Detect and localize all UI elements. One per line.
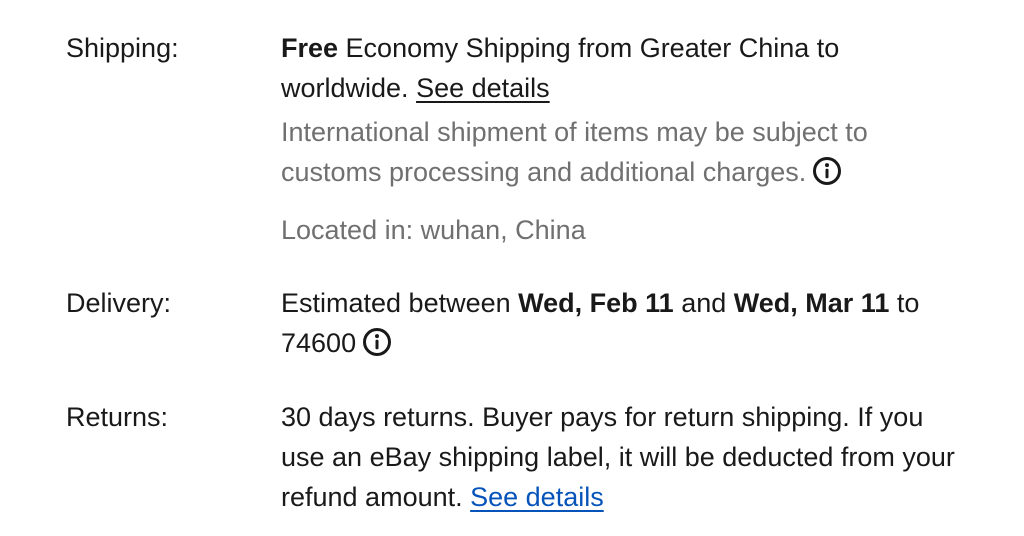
returns-policy-text: 30 days returns. Buyer pays for return s…	[281, 402, 955, 512]
delivery-and: and	[673, 288, 734, 318]
returns-value: 30 days returns. Buyer pays for return s…	[281, 397, 971, 517]
delivery-prefix: Estimated between	[281, 288, 519, 318]
returns-see-details-link[interactable]: See details	[470, 482, 604, 512]
shipping-free: Free	[281, 33, 339, 63]
delivery-date-start: Wed, Feb 11	[518, 288, 674, 318]
delivery-value: Estimated between Wed, Feb 11 and Wed, M…	[281, 283, 971, 363]
shipping-value: Free Economy Shipping from Greater China…	[281, 28, 971, 250]
shipping-method: Free Economy Shipping from Greater China…	[281, 28, 971, 108]
intl-shipment-note: International shipment of items may be s…	[281, 112, 971, 192]
info-circle-icon[interactable]	[362, 327, 392, 357]
shipping-method-text: Economy Shipping from Greater China to w…	[281, 33, 840, 103]
shipping-see-details-link[interactable]: See details	[416, 73, 550, 103]
intl-shipment-text: International shipment of items may be s…	[281, 117, 868, 187]
returns-label: Returns:	[66, 402, 169, 432]
delivery-date-end: Wed, Mar 11	[733, 288, 890, 318]
delivery-label: Delivery:	[66, 288, 172, 318]
shipping-label: Shipping:	[66, 33, 179, 63]
item-location: Located in: wuhan, China	[281, 215, 586, 245]
info-circle-icon[interactable]	[812, 156, 842, 186]
